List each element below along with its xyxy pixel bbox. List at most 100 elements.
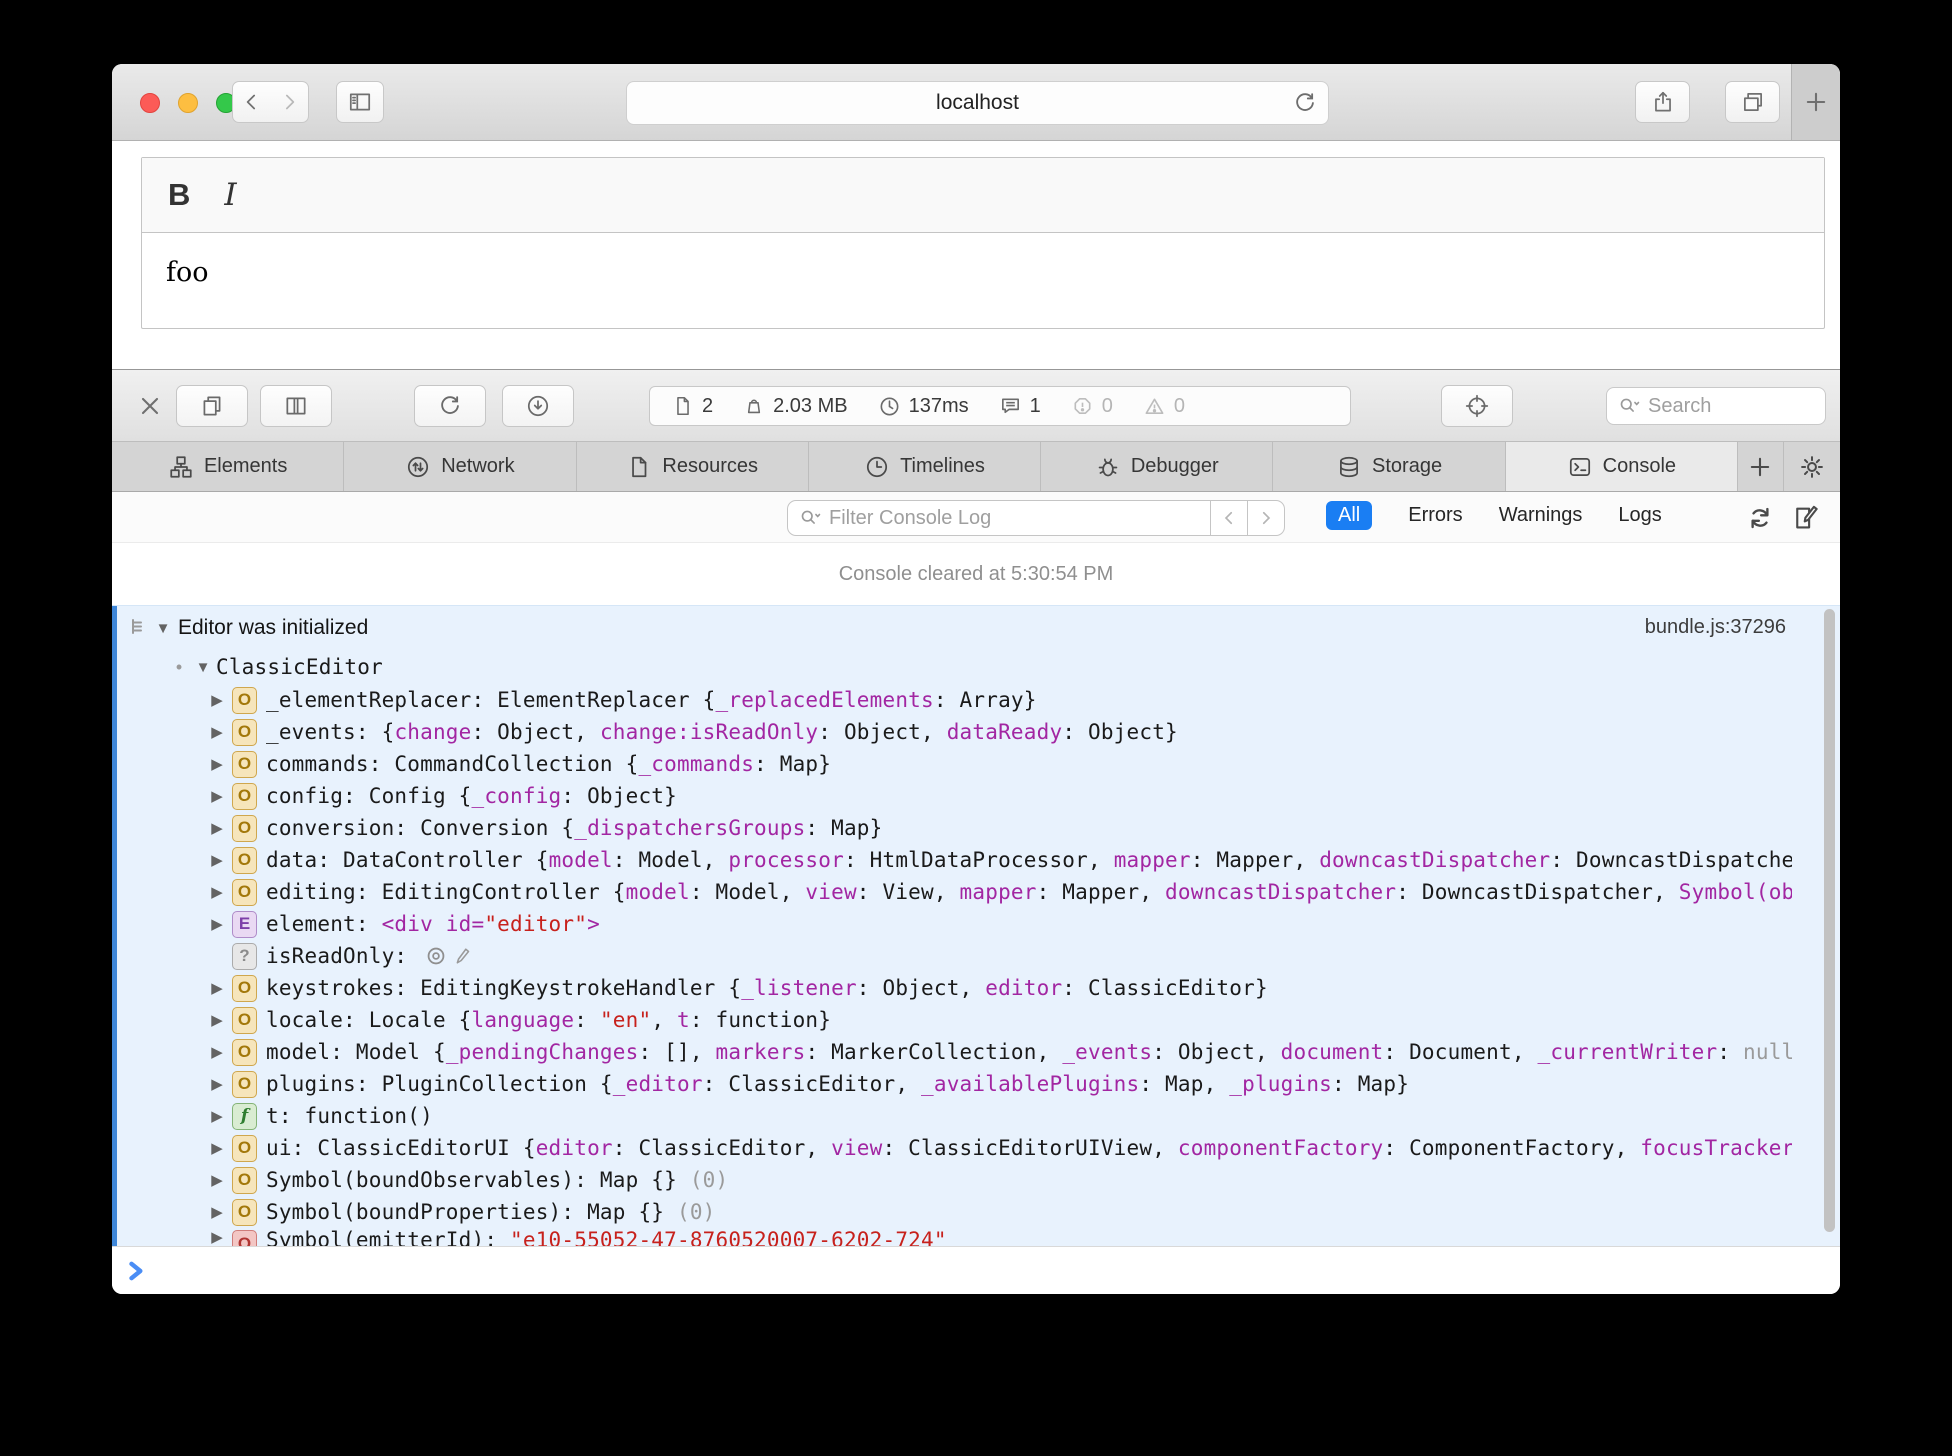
tab-resources[interactable]: Resources: [577, 442, 809, 491]
console-log-entry[interactable]: ▼ Editor was initialized bundle.js:37296…: [112, 605, 1840, 1246]
disclosure-triangle[interactable]: ▶: [204, 1203, 230, 1221]
tab-debugger[interactable]: Debugger: [1041, 442, 1274, 491]
minimize-window-button[interactable]: [178, 93, 198, 113]
console-output: Console cleared at 5:30:54 PM ▼ Editor w…: [112, 543, 1840, 1246]
sidebar-button[interactable]: [336, 81, 384, 123]
clock-icon: [878, 395, 901, 418]
scope-errors[interactable]: Errors: [1408, 504, 1462, 527]
network-icon: [405, 454, 431, 480]
search-placeholder: Search: [1648, 394, 1712, 417]
chevron-left-icon: [1220, 509, 1238, 527]
speech-bubble-icon: [999, 395, 1022, 418]
type-badge-icon: O: [232, 1166, 257, 1194]
weight-icon: [743, 394, 765, 418]
disclosure-triangle[interactable]: ▼: [190, 659, 216, 676]
share-button[interactable]: [1635, 81, 1690, 123]
disclosure-triangle[interactable]: ▶: [204, 851, 230, 869]
disclosure-triangle[interactable]: ▶: [204, 1139, 230, 1157]
disclosure-triangle[interactable]: ▶: [204, 755, 230, 773]
property-text: locale: Locale {language: "en", t: funct…: [266, 1008, 832, 1032]
bullet-icon: •: [175, 656, 183, 677]
property-text: keystrokes: EditingKeystrokeHandler {_li…: [266, 976, 1268, 1000]
scope-logs[interactable]: Logs: [1618, 504, 1661, 527]
download-button[interactable]: [502, 385, 574, 427]
error-octagon-icon: [1071, 395, 1094, 418]
property-text: editing: EditingController {model: Model…: [266, 880, 1792, 904]
property-text: Symbol(emitterId): "e10-55052-47-8760520…: [266, 1228, 947, 1246]
stat-warnings[interactable]: 0: [1143, 395, 1185, 418]
address-bar[interactable]: localhost: [626, 81, 1329, 125]
tab-network[interactable]: Network: [344, 442, 577, 491]
dock-undock-button[interactable]: [176, 385, 248, 427]
disclosure-triangle[interactable]: ▶: [204, 915, 230, 933]
eye-icon[interactable]: [424, 945, 448, 967]
dock-side-button[interactable]: [260, 385, 332, 427]
devtools-search-input[interactable]: Search: [1606, 387, 1826, 425]
new-tab-button[interactable]: [1791, 64, 1840, 140]
plus-icon: [1746, 453, 1774, 481]
disclosure-triangle[interactable]: ▶: [204, 787, 230, 805]
disclosure-triangle[interactable]: ▶: [204, 1228, 230, 1246]
reload-page-button[interactable]: [414, 385, 486, 427]
disclosure-triangle[interactable]: ▶: [204, 1043, 230, 1061]
console-cleared-message: Console cleared at 5:30:54 PM: [838, 562, 1114, 585]
disclosure-triangle[interactable]: ▶: [204, 691, 230, 709]
stat-errors[interactable]: 0: [1071, 395, 1113, 418]
timelines-icon: [864, 454, 890, 480]
tab-elements[interactable]: Elements: [112, 442, 345, 491]
log-tree-icon: [128, 617, 150, 639]
close-devtools-button[interactable]: [136, 392, 164, 420]
back-button[interactable]: [232, 81, 271, 123]
disclosure-triangle[interactable]: ▶: [204, 1075, 230, 1093]
stat-transfer-size[interactable]: 2.03 MB: [743, 394, 848, 418]
disclosure-triangle[interactable]: ▼: [150, 620, 176, 637]
object-property-row: ▶ Oediting: EditingController {model: Mod…: [112, 876, 1792, 908]
reload-icon[interactable]: [1292, 90, 1318, 116]
disclosure-triangle[interactable]: ▶: [204, 723, 230, 741]
property-text: data: DataController {model: Model, proc…: [266, 848, 1792, 872]
devtools-settings-button[interactable]: [1784, 442, 1840, 491]
disclosure-triangle[interactable]: ▶: [204, 1011, 230, 1029]
italic-button[interactable]: I: [224, 177, 236, 213]
stat-documents[interactable]: 2: [672, 394, 713, 418]
tab-console[interactable]: Console: [1505, 442, 1738, 491]
document-icon: [672, 394, 694, 418]
stat-load-time[interactable]: 137ms: [878, 395, 969, 418]
console-scrollbar[interactable]: [1824, 609, 1835, 1232]
add-tab-button[interactable]: [1738, 442, 1784, 491]
element-picker-button[interactable]: [1441, 385, 1513, 427]
tab-label: Timelines: [900, 455, 985, 477]
disclosure-triangle[interactable]: ▶: [204, 883, 230, 901]
tab-label: Debugger: [1130, 455, 1219, 477]
editor-content[interactable]: foo: [142, 233, 1824, 288]
filter-console-input[interactable]: Filter Console Log: [787, 500, 1285, 536]
scope-warnings[interactable]: Warnings: [1499, 504, 1583, 527]
scope-all[interactable]: All: [1326, 501, 1373, 530]
forward-button[interactable]: [270, 81, 309, 123]
type-badge-icon: O: [232, 1198, 257, 1226]
property-text: isReadOnly:: [266, 944, 421, 968]
tab-storage[interactable]: Storage: [1273, 442, 1506, 491]
pencil-icon[interactable]: [454, 945, 472, 967]
type-badge-icon: O: [232, 814, 257, 842]
tab-timelines[interactable]: Timelines: [809, 442, 1042, 491]
disclosure-triangle[interactable]: ▶: [204, 979, 230, 997]
disclosure-triangle[interactable]: ▶: [204, 819, 230, 837]
clear-console-button[interactable]: [1742, 502, 1778, 534]
log-source-location[interactable]: bundle.js:37296: [1645, 616, 1786, 639]
search-icon: [798, 507, 822, 529]
console-filter-bar: Filter Console Log All Errors Warnings Logs: [112, 492, 1840, 543]
tab-label: Storage: [1372, 455, 1443, 477]
next-result-button[interactable]: [1247, 501, 1284, 535]
stat-log-messages[interactable]: 1: [999, 395, 1041, 418]
close-window-button[interactable]: [140, 93, 160, 113]
property-text: commands: CommandCollection {_commands: …: [266, 752, 832, 776]
edit-log-button[interactable]: [1788, 502, 1824, 534]
previous-result-button[interactable]: [1210, 501, 1247, 535]
tab-overview-button[interactable]: [1725, 81, 1780, 123]
bold-button[interactable]: B: [168, 177, 190, 213]
share-icon: [1650, 89, 1676, 115]
disclosure-triangle[interactable]: ▶: [204, 1171, 230, 1189]
console-prompt[interactable]: [112, 1246, 1840, 1294]
disclosure-triangle[interactable]: ▶: [204, 1107, 230, 1125]
